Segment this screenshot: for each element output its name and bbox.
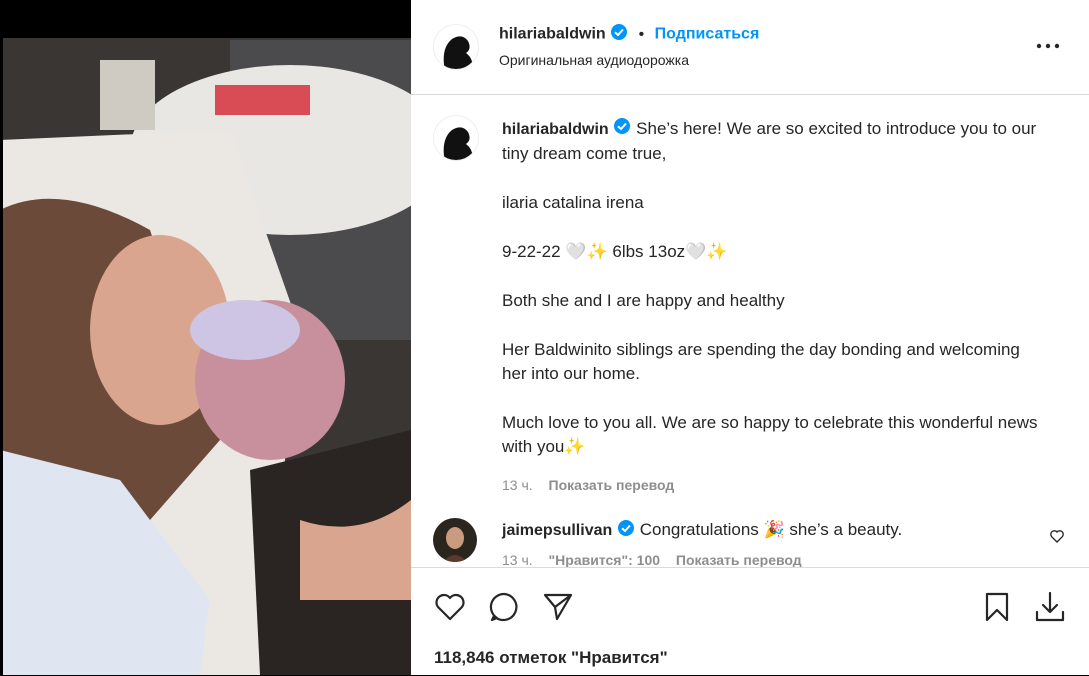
- caption-paragraph: Much love to you all. We are so happy to…: [502, 413, 1038, 457]
- comment-like-heart-icon[interactable]: [1049, 528, 1069, 548]
- commenter-avatar[interactable]: [433, 518, 477, 562]
- more-options-icon[interactable]: [1033, 34, 1063, 58]
- commenter-username[interactable]: jaimepsullivan: [502, 522, 612, 539]
- caption-meta: 13 ч. Показать перевод: [502, 473, 1042, 497]
- post-media[interactable]: [0, 0, 411, 675]
- separator-dot: •: [638, 25, 645, 43]
- header-title-row: hilariabaldwin • Подписаться: [499, 23, 759, 46]
- post-actions: 118,846 отметок "Нравится": [411, 567, 1089, 676]
- caption-paragraph: Both she and I are happy and healthy: [502, 291, 785, 311]
- download-icon[interactable]: [1033, 590, 1067, 624]
- caption-time[interactable]: 13 ч.: [502, 477, 533, 493]
- caption-paragraph: 9-22-22 🤍✨ 6lbs 13oz🤍✨: [502, 242, 728, 262]
- caption-username[interactable]: hilariabaldwin: [502, 121, 609, 138]
- media-left-edge: [0, 0, 3, 675]
- caption-paragraph: ilaria catalina irena: [502, 193, 644, 213]
- media-top-bar: [0, 0, 411, 38]
- comment-text: Congratulations 🎉 she’s a beauty.: [639, 519, 903, 539]
- verified-badge-icon: [613, 117, 631, 142]
- post-header: hilariabaldwin • Подписаться Оригинальна…: [411, 0, 1089, 95]
- translate-button[interactable]: Показать перевод: [549, 477, 675, 493]
- author-avatar[interactable]: [433, 24, 479, 70]
- comment-meta: 13 ч. "Нравится": 100 Показать перевод: [502, 552, 902, 567]
- likes-count[interactable]: 118,846 отметок "Нравится": [434, 648, 668, 668]
- caption-avatar[interactable]: [433, 115, 479, 161]
- caption-first-paragraph: hilariabaldwin She’s here! We are so exc…: [502, 117, 1042, 166]
- follow-button[interactable]: Подписаться: [655, 26, 760, 43]
- heart-icon[interactable]: [433, 590, 467, 624]
- paper-plane-icon[interactable]: [541, 590, 575, 624]
- scrollbar[interactable]: [1078, 190, 1089, 567]
- audio-label[interactable]: Оригинальная аудиодорожка: [499, 52, 689, 68]
- caption-paragraph: Her Baldwinito siblings are spending the…: [502, 340, 1020, 384]
- post-details-panel: hilariabaldwin • Подписаться Оригинальна…: [411, 0, 1089, 675]
- verified-badge-icon: [610, 23, 628, 46]
- verified-badge-icon: [617, 519, 635, 542]
- post-photo: [0, 0, 411, 675]
- bookmark-icon[interactable]: [980, 590, 1014, 624]
- comment-translate-button[interactable]: Показать перевод: [676, 552, 802, 567]
- comments-section[interactable]: hilariabaldwin She’s here! We are so exc…: [411, 95, 1089, 567]
- comment-time[interactable]: 13 ч.: [502, 552, 533, 567]
- author-username[interactable]: hilariabaldwin: [499, 26, 606, 43]
- comment-bubble-icon[interactable]: [487, 590, 521, 624]
- comment-item: jaimepsullivan Congratulations 🎉 she’s a…: [502, 519, 902, 567]
- post-caption: hilariabaldwin She’s here! We are so exc…: [502, 117, 1042, 497]
- comment-likes[interactable]: "Нравится": 100: [549, 552, 660, 567]
